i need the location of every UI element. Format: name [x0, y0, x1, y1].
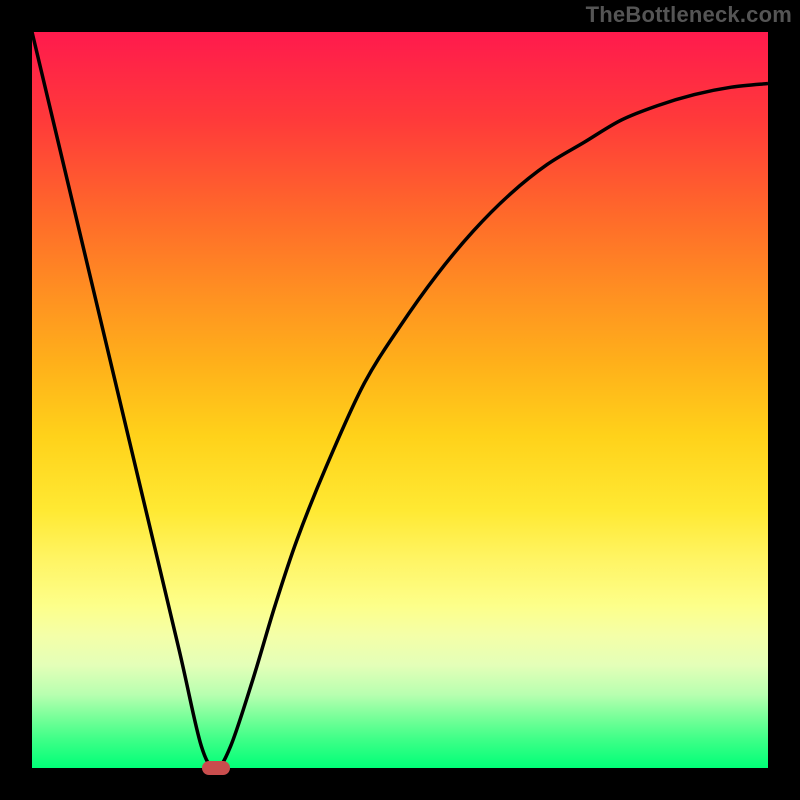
curve-layer: [32, 32, 768, 768]
bottleneck-curve: [32, 32, 768, 768]
chart-frame: TheBottleneck.com: [0, 0, 800, 800]
watermark-text: TheBottleneck.com: [586, 2, 792, 28]
plot-area: [32, 32, 768, 768]
minimum-marker: [202, 761, 230, 775]
